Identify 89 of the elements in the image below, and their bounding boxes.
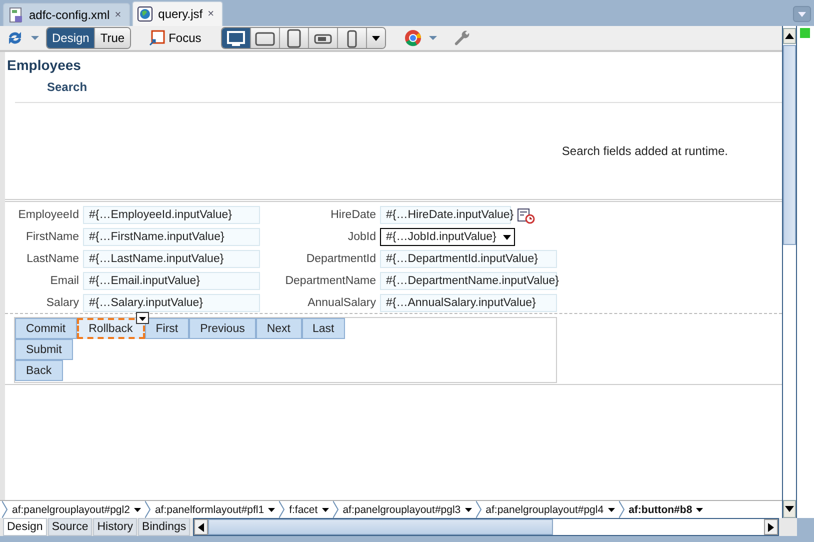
close-button[interactable]: × [208,8,214,20]
caret-icon [320,505,330,514]
wrench-icon[interactable] [452,29,470,47]
input-field[interactable]: #{…DepartmentName.inputValue} [380,272,557,290]
tab-label: adfc-config.xml [29,8,110,22]
device-preview-button[interactable] [337,28,366,48]
editor-tab[interactable]: query.jsf × [132,1,224,26]
scroll-right-button[interactable] [764,519,778,535]
document-icon [8,7,24,23]
input-field[interactable]: #{…FirstName.inputValue} [83,228,260,246]
chevron-icon [144,501,151,518]
breadcrumb-item[interactable]: af:panelgrouplayout#pgl2 [8,501,145,518]
arrow-up-icon [785,33,794,39]
action-button[interactable]: First [144,318,190,339]
action-button[interactable]: Next [256,318,302,339]
device-preview-button[interactable] [279,28,308,48]
input-field[interactable]: #{…DepartmentId.inputValue} [380,250,557,268]
action-button[interactable]: Submit [15,339,73,360]
view-tab[interactable]: Bindings [138,518,190,536]
field-label: DepartmentId [305,253,376,265]
field-label: FirstName [24,231,79,243]
caret-icon[interactable] [136,312,149,324]
tab-list-button[interactable] [793,6,811,22]
date-field[interactable]: #{…HireDate.inputValue} [380,206,511,224]
focus-button[interactable]: Focus [144,30,206,46]
tab-label: query.jsf [158,7,203,21]
caret-icon [695,505,704,514]
caret-icon [464,505,473,514]
breadcrumb-item[interactable]: f:facet [285,501,333,518]
field-label: LastName [26,253,79,265]
action-button[interactable]: Rollback [76,318,145,339]
focus-icon [148,30,165,46]
action-button[interactable]: Last [302,318,346,339]
chevron-icon [279,501,286,518]
view-tab[interactable]: Design [3,518,47,536]
dropdown-field[interactable]: #{…JobId.inputValue} [380,228,515,246]
breadcrumb-item[interactable]: af:panelformlayout#pfl1 [150,501,280,518]
action-button[interactable]: Commit [15,318,77,339]
device-menu-button[interactable] [366,28,386,48]
chevron-icon [332,501,339,518]
mode-toggle[interactable]: True [94,28,130,48]
arrow-down-icon [785,506,794,512]
caret-icon [132,505,142,514]
browser-icon[interactable] [404,29,422,47]
device-preview-button[interactable] [308,28,338,48]
breadcrumb-item[interactable]: af:panelgrouplayout#pgl3 [338,501,476,518]
mode-toggle[interactable]: Design [47,28,94,48]
caret-icon [502,232,512,242]
device-preview-button[interactable] [250,28,280,48]
action-button[interactable]: Previous [189,318,256,339]
scrollbar-thumb[interactable] [208,519,554,535]
caret-icon [372,36,380,40]
input-field[interactable]: #{…Salary.inputValue} [83,294,260,312]
globe-page-icon [137,6,154,22]
chevron-icon [2,501,8,518]
arrow-left-icon [198,522,204,532]
section-heading: Search [15,77,782,103]
device-preview-button[interactable] [222,28,250,48]
scroll-up-button[interactable] [783,28,796,44]
input-field[interactable]: #{…LastName.inputValue} [83,250,260,268]
page-title: Employees [6,56,82,75]
arrow-right-icon [768,522,774,532]
field-label: HireDate [330,209,376,221]
action-button[interactable]: Back [15,360,63,381]
field-label: JobId [346,231,376,243]
input-field[interactable]: #{…Email.inputValue} [83,272,260,290]
field-label: Email [49,275,79,287]
chevron-icon [618,501,625,518]
field-label: DepartmentName [284,275,376,287]
field-label: Salary [45,297,79,309]
scroll-down-button[interactable] [783,500,796,518]
editor-tab[interactable]: adfc-config.xml × [3,3,130,26]
caret-icon [606,505,616,514]
input-field[interactable]: #{…EmployeeId.inputValue} [83,206,260,224]
calendar-clock-icon[interactable] [517,206,535,224]
scrollbar-thumb[interactable] [783,45,796,245]
placeholder-note: Search fields added at runtime. [562,144,728,158]
status-indicator-icon [800,28,810,38]
chevron-icon [476,501,482,518]
field-label: AnnualSalary [306,297,376,309]
view-tab[interactable]: Source [48,518,92,536]
breadcrumb-item[interactable]: af:button#b8 [624,501,708,518]
input-field[interactable]: #{…AnnualSalary.inputValue} [380,294,557,312]
close-button[interactable]: × [114,9,122,21]
breadcrumb-item[interactable]: af:panelgrouplayout#pgl4 [482,501,619,518]
scroll-left-button[interactable] [194,519,208,535]
view-tab[interactable]: History [93,518,138,536]
caret-icon [267,505,276,514]
field-label: EmployeeId [17,209,79,221]
